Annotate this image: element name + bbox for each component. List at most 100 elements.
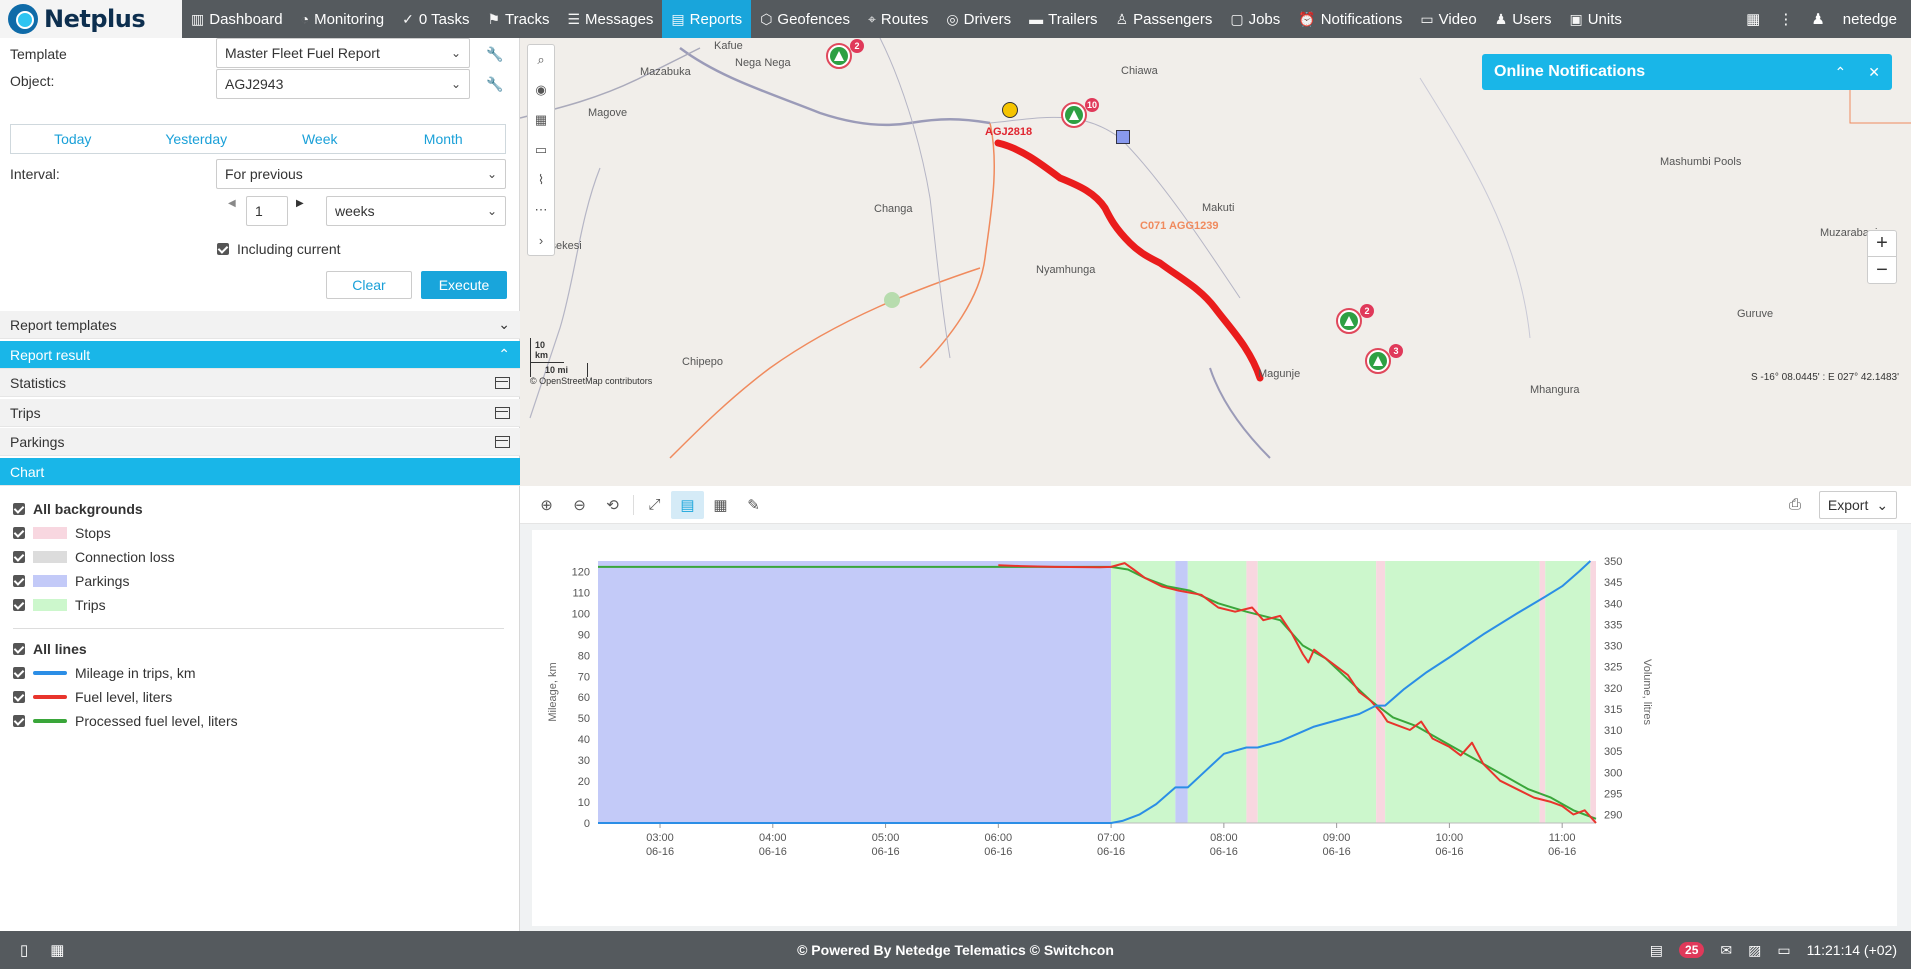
zoom-in-button[interactable]: + <box>1868 231 1896 257</box>
nav-notifications[interactable]: ⏰ Notifications <box>1289 0 1411 38</box>
stops-checkbox[interactable] <box>13 527 25 539</box>
unit-marker[interactable] <box>1061 102 1087 128</box>
nav-dashboard[interactable]: ▥ Dashboard <box>182 0 292 38</box>
legend-item-parkings[interactable]: Parkings <box>13 573 129 589</box>
legend-item-processed-fuel[interactable]: Processed fuel level, liters <box>13 713 238 729</box>
connection-loss-checkbox[interactable] <box>13 551 25 563</box>
table-icon[interactable] <box>495 376 510 389</box>
object-settings-wrench-icon[interactable]: 🔧 <box>486 76 503 93</box>
nav-users[interactable]: ♟ Users <box>1486 0 1561 38</box>
unit-marker[interactable] <box>1365 348 1391 374</box>
template-settings-wrench-icon[interactable]: 🔧 <box>486 46 503 63</box>
username[interactable]: netedge <box>1843 11 1897 28</box>
template-select[interactable]: Master Fleet Fuel Report ⌄ <box>216 38 470 68</box>
nav-trailers[interactable]: ▬ Trailers <box>1020 0 1106 38</box>
parkings-row[interactable]: Parkings <box>0 428 520 456</box>
period-week[interactable]: Week <box>258 125 382 153</box>
parkings-checkbox[interactable] <box>13 575 25 587</box>
nav-passengers[interactable]: ♙ Passengers <box>1107 0 1222 38</box>
nav-tracks[interactable]: ⚑ Tracks <box>478 0 558 38</box>
legend-item-fuel-level[interactable]: Fuel level, liters <box>13 689 172 705</box>
map-layers-icon[interactable]: ▦ <box>535 105 547 135</box>
close-icon[interactable]: ✕ <box>1868 64 1880 81</box>
all-backgrounds-toggle[interactable]: All backgrounds <box>13 501 143 517</box>
fuel-level-checkbox[interactable] <box>13 691 25 703</box>
interval-count-input[interactable]: 1 <box>246 196 288 226</box>
legend-item-trips[interactable]: Trips <box>13 597 106 613</box>
report-result-section[interactable]: Report result ⌃ <box>0 341 520 369</box>
interval-select[interactable]: For previous ⌄ <box>216 159 506 189</box>
image-icon[interactable]: ▨ <box>1748 942 1761 959</box>
legend-item-mileage[interactable]: Mileage in trips, km <box>13 665 196 681</box>
fit-icon[interactable]: ⤢ <box>638 491 671 519</box>
nav-jobs[interactable]: ▢ Jobs <box>1221 0 1289 38</box>
legend-item-stops[interactable]: Stops <box>13 525 111 541</box>
trips-row[interactable]: Trips <box>0 399 520 427</box>
zoom-in-icon[interactable]: ⊕ <box>530 491 563 519</box>
mail-icon[interactable]: ✉ <box>1720 942 1732 959</box>
interval-unit-select[interactable]: weeks ⌄ <box>326 196 506 226</box>
processed-fuel-checkbox[interactable] <box>13 715 25 727</box>
nav-video[interactable]: ▭ Video <box>1411 0 1485 38</box>
messages-icon[interactable]: ▤ <box>1650 942 1663 959</box>
including-current-checkbox[interactable] <box>217 243 229 255</box>
all-backgrounds-checkbox[interactable] <box>13 503 25 515</box>
legend-item-connection-loss[interactable]: Connection loss <box>13 549 175 565</box>
decrement-arrow-icon[interactable]: ◀ <box>228 198 236 209</box>
including-current-row[interactable]: Including current <box>217 241 341 257</box>
period-month[interactable]: Month <box>382 125 506 153</box>
more-menu-icon[interactable]: ⋮ <box>1778 10 1793 28</box>
timeline-icon[interactable]: ▦ <box>704 491 737 519</box>
map-attribution[interactable]: © OpenStreetMap contributors <box>530 376 652 386</box>
map-view[interactable]: Kafue Nega Nega Mazabuka Magove Chiawa M… <box>520 38 1911 486</box>
eye-icon[interactable]: ◉ <box>535 75 546 105</box>
table-icon[interactable] <box>495 406 510 419</box>
execute-button[interactable]: Execute <box>421 271 507 299</box>
increment-arrow-icon[interactable]: ▶ <box>296 198 304 209</box>
nav-units[interactable]: ▣ Units <box>1560 0 1630 38</box>
all-lines-checkbox[interactable] <box>13 643 25 655</box>
unit-dot-marker[interactable] <box>1002 102 1018 118</box>
period-yesterday[interactable]: Yesterday <box>135 125 259 153</box>
event-marker-icon[interactable] <box>1116 130 1130 144</box>
table-icon[interactable] <box>495 435 510 448</box>
card-icon[interactable]: ▭ <box>1777 942 1790 959</box>
object-select[interactable]: AGJ2943 ⌄ <box>216 69 470 99</box>
mileage-checkbox[interactable] <box>13 667 25 679</box>
trips-checkbox[interactable] <box>13 599 25 611</box>
collapse-icon[interactable]: ⌃ <box>1835 64 1847 81</box>
report-templates-section[interactable]: Report templates ⌄ <box>0 311 520 339</box>
unit-marker[interactable] <box>826 43 852 69</box>
message-count-badge[interactable]: 25 <box>1679 942 1705 958</box>
pencil-icon[interactable]: ✎ <box>737 491 770 519</box>
search-icon[interactable]: ⌕ <box>537 45 544 75</box>
nav-reports[interactable]: ▤ Reports <box>662 0 752 38</box>
statistics-row[interactable]: Statistics <box>0 369 520 397</box>
waypoints-icon[interactable]: ⋯ <box>535 195 548 225</box>
nav-routes[interactable]: ⌖ Routes <box>859 0 937 38</box>
reset-zoom-icon[interactable]: ⟲ <box>596 491 629 519</box>
period-today[interactable]: Today <box>11 125 135 153</box>
fuel-chart[interactable]: 0 10 20 30 40 50 60 70 80 90 100 110 120 290 295 300 305… <box>532 530 1897 926</box>
brand-logo[interactable]: Netplus <box>0 0 182 38</box>
zoom-out-button[interactable]: − <box>1868 257 1896 283</box>
chevron-right-icon[interactable]: › <box>539 225 543 255</box>
online-notifications-panel[interactable]: Online Notifications ⌃ ✕ <box>1482 54 1892 90</box>
chart-row[interactable]: Chart <box>0 458 520 486</box>
user-icon[interactable]: ♟ <box>1811 10 1824 28</box>
apps-grid-icon[interactable]: ▦ <box>1746 10 1760 28</box>
ruler-icon[interactable]: ▭ <box>535 135 547 165</box>
route-tool-icon[interactable]: ⌇ <box>538 165 544 195</box>
print-icon[interactable]: ⎙ <box>1789 496 1801 513</box>
tooltip-icon[interactable]: ▤ <box>671 490 704 519</box>
unit-marker[interactable] <box>1336 308 1362 334</box>
export-button[interactable]: Export ⌄ <box>1819 491 1897 519</box>
nav-tasks[interactable]: ✓ 0 Tasks <box>393 0 478 38</box>
nav-monitoring[interactable]: ◔ Monitoring <box>292 0 394 38</box>
zoom-out-icon[interactable]: ⊖ <box>563 491 596 519</box>
nav-drivers[interactable]: ◎ Drivers <box>937 0 1020 38</box>
clear-button[interactable]: Clear <box>326 271 412 299</box>
all-lines-toggle[interactable]: All lines <box>13 641 87 657</box>
nav-geofences[interactable]: ⬡ Geofences <box>751 0 859 38</box>
nav-messages[interactable]: ☰ Messages <box>558 0 662 38</box>
